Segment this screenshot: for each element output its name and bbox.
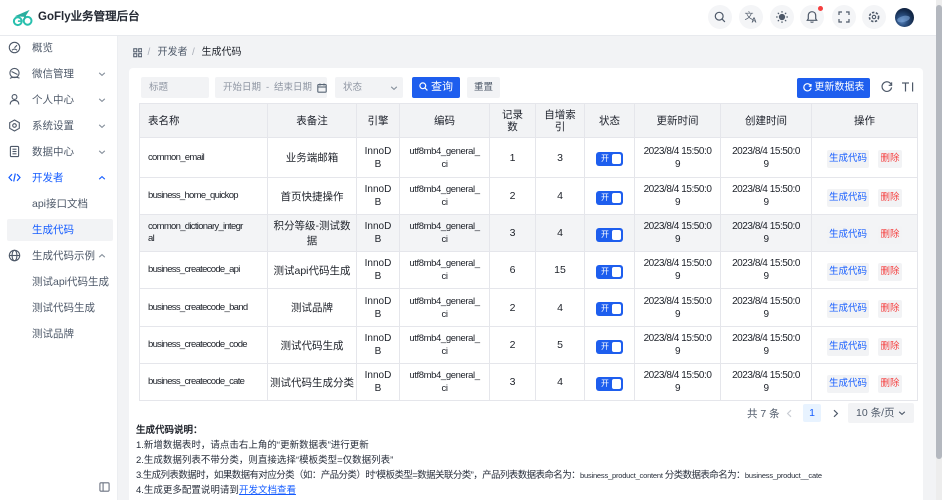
svg-text:A: A bbox=[752, 18, 757, 24]
